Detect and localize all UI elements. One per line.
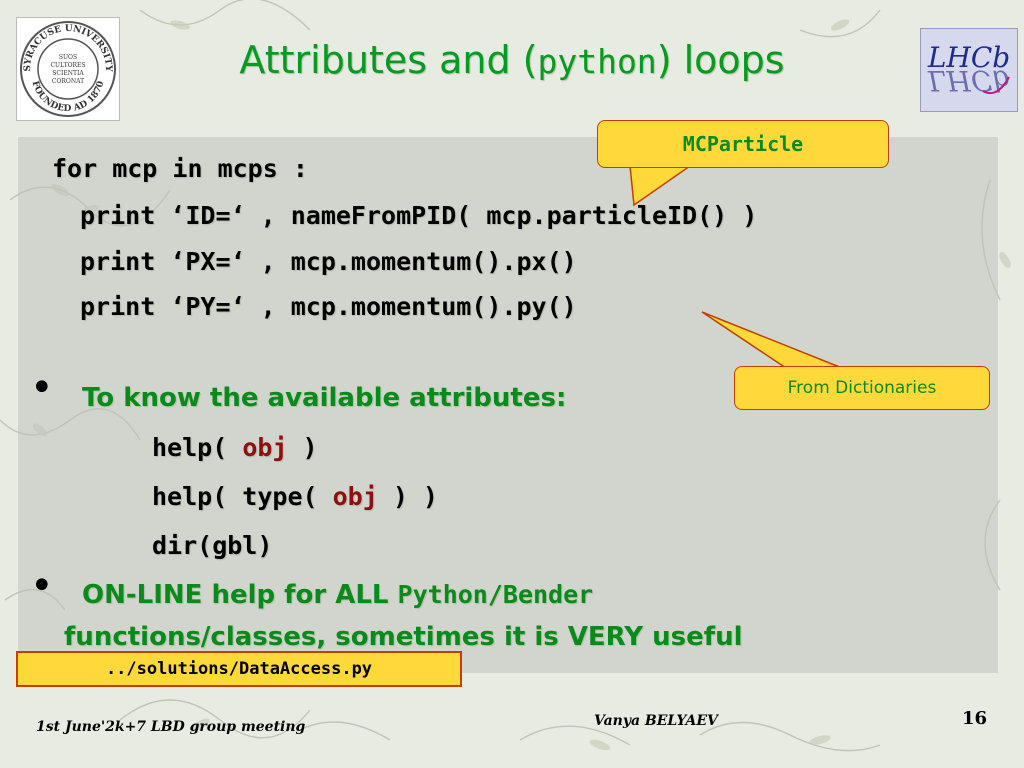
help-obj-arg: obj [242, 433, 288, 462]
code-line-for: for mcp in mcps : [52, 154, 308, 183]
dir-gbl-line: dir(gbl) [152, 531, 273, 560]
footer-meeting: 1st June'2k+7 LBD group meeting [36, 719, 306, 735]
code-line-print-py: print ‘PY=‘ , mcp.momentum().py() [80, 292, 577, 321]
bullet-text-online-help: ON-LINE help for ALL Python/Bender [82, 580, 593, 610]
help-type-obj-line: help( type( obj ) ) [152, 482, 438, 511]
code-line-print-px: print ‘PX=‘ , mcp.momentum().px() [80, 247, 577, 276]
online-help-prefix: ON-LINE help for ALL [82, 580, 398, 610]
mcparticle-pointer [629, 165, 693, 207]
dictionaries-pointer [701, 311, 843, 369]
bullet-mark-2: • [30, 563, 54, 609]
bullet-text-online-help-line2: functions/classes, sometimes it is VERY … [64, 622, 743, 652]
solutions-file-box: ../solutions/DataAccess.py [16, 651, 462, 687]
help-obj-line: help( obj ) [152, 433, 318, 462]
online-help-python-bender: Python/Bender [397, 580, 594, 609]
mcparticle-callout: MCParticle [597, 120, 889, 168]
footer-author: Vanya BELYAEV [594, 713, 718, 729]
dictionaries-callout: From Dictionaries [734, 366, 990, 410]
help-obj-suffix: ) [287, 433, 318, 462]
page-number: 16 [962, 708, 988, 729]
bullet-mark-1: • [30, 365, 54, 411]
code-line-print-id: print ‘ID=‘ , nameFromPID( mcp.particleI… [80, 201, 758, 230]
help-type-arg: obj [332, 482, 378, 511]
bullet-text-attributes: To know the available attributes: [82, 383, 567, 413]
help-obj-prefix: help( [152, 433, 243, 462]
help-type-prefix: help( type( [152, 482, 333, 511]
help-type-suffix: ) ) [377, 482, 438, 511]
